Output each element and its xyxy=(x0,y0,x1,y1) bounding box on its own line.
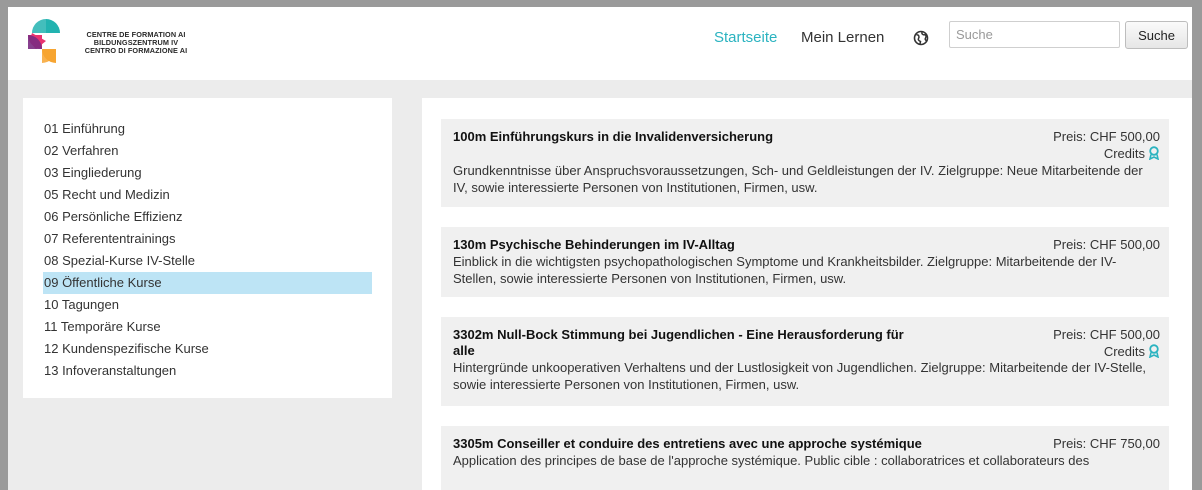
window-frame-left xyxy=(0,0,8,490)
window-frame-top xyxy=(0,0,1202,7)
course-description: Application des principes de base de l'a… xyxy=(453,453,1090,468)
course-card[interactable]: 100m Einführungskurs in die Invalidenver… xyxy=(441,119,1169,207)
nav-home-link[interactable]: Startseite xyxy=(714,29,777,46)
sidebar-item-referententrainings[interactable]: 07 Referententrainings xyxy=(43,228,372,250)
sidebar-item-einfuehrung[interactable]: 01 Einführung xyxy=(43,118,372,140)
sidebar-item-infoveranstaltungen[interactable]: 13 Infoveranstaltungen xyxy=(43,360,372,382)
sidebar-item-persoenliche-effizienz[interactable]: 06 Persönliche Effizienz xyxy=(43,206,372,228)
course-description: Einblick in die wichtigsten psychopathol… xyxy=(453,254,1117,286)
course-card[interactable]: 3302m Null-Bock Stimmung bei Jugendliche… xyxy=(441,317,1169,406)
award-ribbon-icon xyxy=(1148,146,1160,160)
category-sidebar: 01 Einführung 02 Verfahren 03 Einglieder… xyxy=(23,98,392,398)
sidebar-item-recht-und-medizin[interactable]: 05 Recht und Medizin xyxy=(43,184,372,206)
nav-my-learning-link[interactable]: Mein Lernen xyxy=(801,29,884,46)
window-frame-right xyxy=(1192,0,1202,490)
sidebar-item-oeffentliche-kurse[interactable]: 09 Öffentliche Kurse xyxy=(43,272,372,294)
sidebar-item-eingliederung[interactable]: 03 Eingliederung xyxy=(43,162,372,184)
sidebar-item-tagungen[interactable]: 10 Tagungen xyxy=(43,294,372,316)
course-credits: Credits xyxy=(1104,146,1160,162)
credits-label: Credits xyxy=(1103,146,1145,161)
course-description: Hintergründe unkooperativen Verhaltens u… xyxy=(453,360,1147,392)
course-list: 100m Einführungskurs in die Invalidenver… xyxy=(422,98,1192,490)
credits-label: Credits xyxy=(1103,344,1145,359)
site-header: CENTRE DE FORMATION AI BILDUNGSZENTRUM I… xyxy=(8,7,1192,80)
course-description: Grundkenntnisse über Anspruchsvoraussetz… xyxy=(453,163,1143,195)
award-ribbon-icon xyxy=(1148,344,1160,358)
course-title[interactable]: 130m Psychische Behinderungen im IV-Allt… xyxy=(453,237,923,253)
sidebar-item-verfahren[interactable]: 02 Verfahren xyxy=(43,140,372,162)
logo-mark-icon xyxy=(28,19,60,63)
course-card[interactable]: 130m Psychische Behinderungen im IV-Allt… xyxy=(441,227,1169,297)
course-price: Preis: CHF 750,00 xyxy=(1053,436,1160,451)
search-button[interactable]: Suche xyxy=(1125,21,1188,49)
sidebar-item-temporaere-kurse[interactable]: 11 Temporäre Kurse xyxy=(43,316,372,338)
site-logo[interactable]: CENTRE DE FORMATION AI BILDUNGSZENTRUM I… xyxy=(24,15,204,73)
search-input[interactable] xyxy=(949,21,1120,48)
course-credits: Credits xyxy=(1104,344,1160,360)
sidebar-item-kundenspezifische-kurse[interactable]: 12 Kundenspezifische Kurse xyxy=(43,338,372,360)
logo-line: CENTRO DI FORMAZIONE AI xyxy=(84,45,188,55)
course-title[interactable]: 3305m Conseiller et conduire des entreti… xyxy=(453,436,923,452)
course-price: Preis: CHF 500,00 xyxy=(1053,237,1160,252)
course-title[interactable]: 3302m Null-Bock Stimmung bei Jugendliche… xyxy=(453,327,923,359)
course-price: Preis: CHF 500,00 xyxy=(1053,327,1160,342)
sidebar-item-spezial-kurse[interactable]: 08 Spezial-Kurse IV-Stelle xyxy=(43,250,372,272)
globe-icon[interactable] xyxy=(913,30,929,46)
course-price: Preis: CHF 500,00 xyxy=(1053,129,1160,144)
logo-text: CENTRE DE FORMATION AI BILDUNGSZENTRUM I… xyxy=(66,31,206,54)
course-title[interactable]: 100m Einführungskurs in die Invalidenver… xyxy=(453,129,923,145)
course-card[interactable]: 3305m Conseiller et conduire des entreti… xyxy=(441,426,1169,490)
